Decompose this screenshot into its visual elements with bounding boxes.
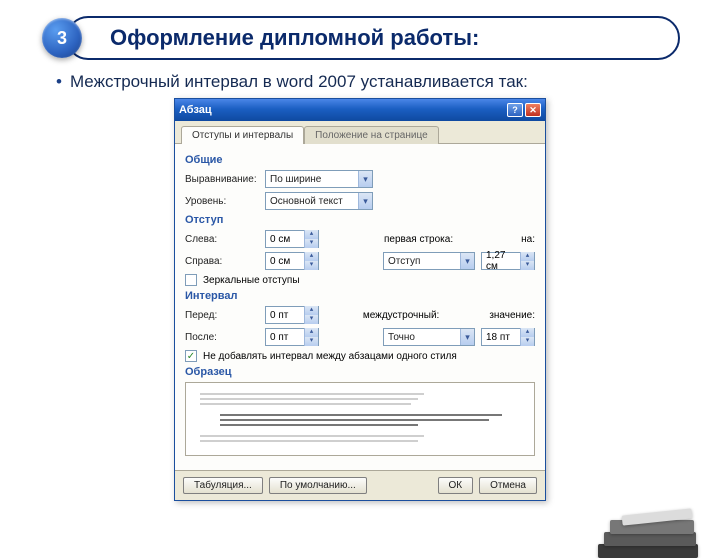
level-value: Основной текст <box>266 195 358 208</box>
indent-left-label: Слева: <box>185 234 259 245</box>
defaults-button[interactable]: По умолчанию... <box>269 477 367 494</box>
button-bar: Табуляция... По умолчанию... ОК Отмена <box>175 470 545 500</box>
slide-bullet: • Межстрочный интервал в word 2007 устана… <box>56 72 670 92</box>
chevron-down-icon: ▾ <box>358 171 372 187</box>
spacing-value-label: значение: <box>489 310 535 321</box>
indent-on-label: на: <box>521 234 535 245</box>
alignment-label: Выравнивание: <box>185 174 259 185</box>
chevron-down-icon: ▾ <box>358 193 372 209</box>
bullet-text: Межстрочный интервал в word 2007 устанав… <box>70 72 528 91</box>
first-line-select[interactable]: Отступ ▾ <box>383 252 475 270</box>
indent-left-spinner[interactable]: 0 см ▴▾ <box>265 230 319 248</box>
indent-right-value: 0 см <box>266 255 304 268</box>
dialog-title: Абзац <box>179 104 212 116</box>
tab-indents-spacing[interactable]: Отступы и интервалы <box>181 126 304 144</box>
line-spacing-label: междустрочный: <box>363 310 440 321</box>
slide-number-badge: 3 <box>42 18 82 58</box>
spacing-value-spinner[interactable]: 18 пт ▴▾ <box>481 328 535 346</box>
slide-title: Оформление дипломной работы: <box>110 25 479 51</box>
chevron-down-icon: ▾ <box>460 253 474 269</box>
tabstops-button[interactable]: Табуляция... <box>183 477 263 494</box>
tabstrip: Отступы и интервалы Положение на страниц… <box>175 121 545 144</box>
alignment-value: По ширине <box>266 173 358 186</box>
section-spacing: Интервал <box>185 290 535 302</box>
indent-right-label: Справа: <box>185 256 259 267</box>
section-indent: Отступ <box>185 214 535 226</box>
section-preview: Образец <box>185 366 535 378</box>
alignment-select[interactable]: По ширине ▾ <box>265 170 373 188</box>
spacing-value: 18 пт <box>482 331 520 344</box>
tab-page-position[interactable]: Положение на странице <box>304 126 438 144</box>
line-spacing-select[interactable]: Точно ▾ <box>383 328 475 346</box>
mirror-indents-label: Зеркальные отступы <box>203 275 300 286</box>
no-space-same-style-label: Не добавлять интервал между абзацами одн… <box>203 351 457 362</box>
mirror-indents-checkbox[interactable] <box>185 274 197 286</box>
titlebar[interactable]: Абзац ? ✕ <box>175 99 545 121</box>
help-button[interactable]: ? <box>507 103 523 117</box>
section-general: Общие <box>185 154 535 166</box>
slide-title-pill: Оформление дипломной работы: <box>66 16 680 60</box>
spacing-before-spinner[interactable]: 0 пт ▴▾ <box>265 306 319 324</box>
first-line-label: первая строка: <box>384 234 453 245</box>
spacing-after-spinner[interactable]: 0 пт ▴▾ <box>265 328 319 346</box>
slide-header: 3 Оформление дипломной работы: <box>30 14 680 62</box>
close-button[interactable]: ✕ <box>525 103 541 117</box>
indent-right-spinner[interactable]: 0 см ▴▾ <box>265 252 319 270</box>
paragraph-dialog: Абзац ? ✕ Отступы и интервалы Положение … <box>174 98 546 501</box>
line-spacing-value: Точно <box>384 331 460 344</box>
no-space-same-style-checkbox[interactable] <box>185 350 197 362</box>
books-illustration <box>578 468 718 558</box>
first-line-value: Отступ <box>384 255 460 268</box>
level-label: Уровень: <box>185 196 259 207</box>
indent-left-value: 0 см <box>266 233 304 246</box>
dialog-body: Общие Выравнивание: По ширине ▾ Уровень:… <box>175 144 545 470</box>
chevron-down-icon: ▾ <box>460 329 474 345</box>
indent-on-value: 1,27 см <box>482 249 520 273</box>
spacing-before-value: 0 пт <box>266 309 304 322</box>
level-select[interactable]: Основной текст ▾ <box>265 192 373 210</box>
ok-button[interactable]: ОК <box>438 477 474 494</box>
spacing-before-label: Перед: <box>185 310 259 321</box>
spacing-after-value: 0 пт <box>266 331 304 344</box>
cancel-button[interactable]: Отмена <box>479 477 537 494</box>
indent-on-spinner[interactable]: 1,27 см ▴▾ <box>481 252 535 270</box>
bullet-dot: • <box>56 72 62 91</box>
preview-box <box>185 382 535 456</box>
spacing-after-label: После: <box>185 332 259 343</box>
